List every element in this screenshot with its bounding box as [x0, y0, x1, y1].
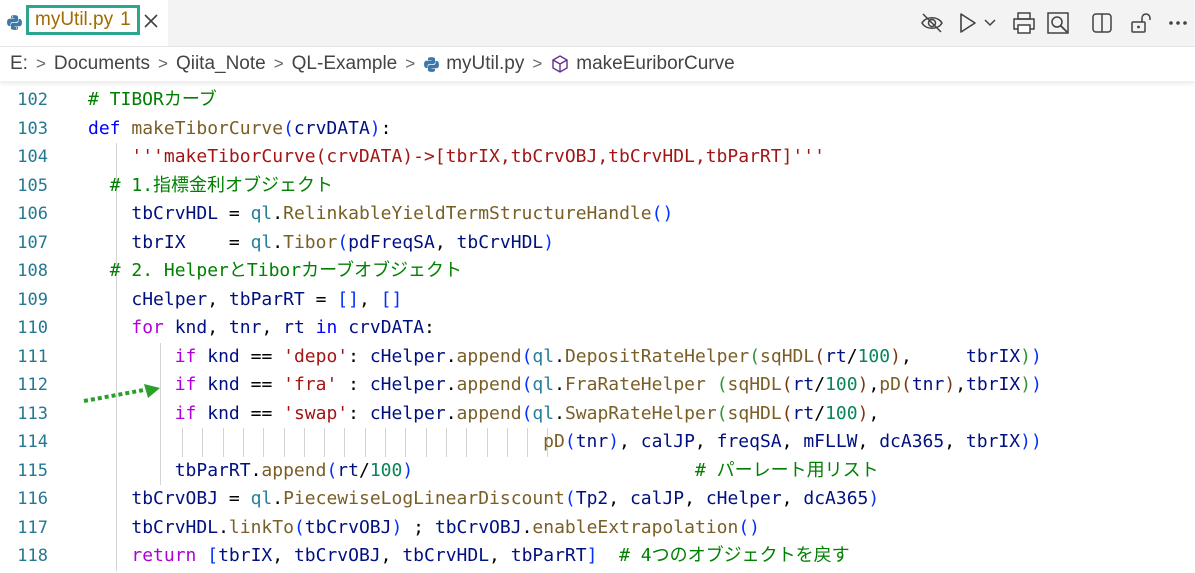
tab-myutil-py[interactable]: myUtil.py 1 — [0, 0, 168, 46]
chevron-right-icon: > — [273, 54, 284, 73]
code-line[interactable]: 106 tbCrvHDL = ql.RelinkableYieldTermStr… — [0, 200, 1195, 229]
code-text: tbCrvOBJ = ql.PiecewiseLogLinearDiscount… — [131, 488, 880, 509]
breadcrumb-documents[interactable]: Documents — [54, 53, 150, 75]
code-text: if knd == 'swap': cHelper.append(ql.Swap… — [174, 402, 880, 424]
code-text: tbParRT.append(rt/100) # パーレート用リスト — [174, 459, 879, 481]
breadcrumb: E: > Documents > Qiita_Note > QL-Example… — [0, 47, 1195, 81]
code-text: if knd == 'depo': cHelper.append(ql.Depo… — [174, 345, 1042, 367]
line-number: 117 — [17, 517, 48, 538]
code-line[interactable]: 105 # 1.指標金利オブジェクト — [0, 171, 1195, 200]
code-line[interactable]: 112 if knd == 'fra' : cHelper.append(ql.… — [0, 371, 1195, 400]
code-text: return [tbrIX, tbCrvOBJ, tbCrvHDL, tbPar… — [131, 545, 850, 566]
chevron-right-icon: > — [532, 54, 543, 73]
close-icon[interactable] — [141, 11, 161, 31]
annotation-arrow — [83, 384, 160, 403]
chevron-down-icon[interactable] — [982, 10, 998, 36]
code-text: if knd == 'fra' : cHelper.append(ql.FraR… — [174, 374, 1042, 395]
tab-title-highlight[interactable]: myUtil.py 1 — [26, 5, 140, 35]
line-number: 112 — [17, 375, 48, 395]
code-line[interactable]: 104 '''makeTiborCurve(crvDATA)->[tbrIX,t… — [0, 143, 1195, 172]
breadcrumb-ql-example[interactable]: QL-Example — [292, 53, 398, 75]
more-icon[interactable] — [1165, 10, 1191, 36]
breadcrumb-drive[interactable]: E: — [10, 53, 28, 75]
line-number: 118 — [17, 546, 48, 566]
line-number: 113 — [17, 403, 48, 424]
print-icon[interactable] — [1011, 10, 1037, 36]
code-line[interactable]: 113 if knd == 'swap': cHelper.append(ql.… — [0, 399, 1195, 428]
line-number: 103 — [17, 118, 48, 139]
code-line[interactable]: 108 # 2. HelperとTiborカーブオブジェクト — [0, 257, 1195, 286]
breadcrumb-symbol[interactable]: makeEuriborCurve — [576, 53, 734, 75]
python-file-icon — [7, 15, 22, 30]
breadcrumb-file[interactable]: myUtil.py — [446, 53, 524, 75]
code-line[interactable]: 117 tbCrvHDL.linkTo(tbCrvOBJ) ; tbCrvOBJ… — [0, 513, 1195, 542]
code-line[interactable]: 118 return [tbrIX, tbCrvOBJ, tbCrvHDL, t… — [0, 542, 1195, 571]
code-text: def makeTiborCurve(crvDATA): — [88, 117, 392, 139]
line-number: 105 — [17, 175, 48, 196]
line-number: 108 — [17, 261, 48, 281]
code-text: for knd, tnr, rt in crvDATA: — [131, 317, 435, 338]
eye-off-icon[interactable] — [919, 10, 945, 36]
editor-tab-bar: myUtil.py 1 — [0, 0, 1195, 47]
line-number: 110 — [17, 318, 48, 338]
code-line[interactable]: 111 if knd == 'depo': cHelper.append(ql.… — [0, 342, 1195, 371]
code-text: tbrIX = ql.Tibor(pdFreqSA, tbCrvHDL) — [131, 231, 555, 253]
tab-problem-count: 1 — [120, 9, 131, 30]
code-text: pD(tnr), calJP, freqSA, mFLLW, dcA365, t… — [543, 431, 1042, 452]
code-text: tbCrvHDL = ql.RelinkableYieldTermStructu… — [131, 203, 674, 224]
code-editor[interactable]: 102 # TIBORカーブ 103 def makeTiborCurve(crvDA… — [0, 86, 1195, 573]
line-number: 116 — [17, 489, 48, 509]
chevron-right-icon: > — [35, 54, 46, 73]
code-line[interactable]: 103 def makeTiborCurve(crvDATA): — [0, 115, 1195, 144]
code-text: # 2. HelperとTiborカーブオブジェクト — [109, 260, 462, 281]
line-number: 102 — [17, 90, 48, 110]
line-number: 106 — [17, 204, 48, 224]
line-number: 111 — [17, 346, 48, 367]
code-line[interactable]: 110 for knd, tnr, rt in crvDATA: — [0, 314, 1195, 343]
code-text: '''makeTiborCurve(crvDATA)->[tbrIX,tbCrv… — [131, 146, 825, 167]
line-number: 109 — [17, 289, 48, 310]
chevron-right-icon: > — [158, 54, 168, 73]
code-line[interactable]: 116 tbCrvOBJ = ql.PiecewiseLogLinearDisc… — [0, 485, 1195, 514]
code-line[interactable]: 102 # TIBORカーブ — [0, 86, 1195, 115]
search-preview-icon[interactable] — [1045, 10, 1071, 36]
code-text: # 1.指標金利オブジェクト — [109, 174, 334, 196]
breadcrumb-qiita-note[interactable]: Qiita_Note — [176, 53, 266, 75]
line-number: 107 — [17, 232, 48, 253]
run-icon[interactable] — [954, 10, 980, 36]
split-editor-icon[interactable] — [1089, 10, 1115, 36]
code-text: # TIBORカーブ — [88, 89, 217, 110]
chevron-right-icon: > — [405, 54, 416, 73]
code-line[interactable]: 115 tbParRT.append(rt/100) # パーレート用リスト — [0, 456, 1195, 485]
line-number: 104 — [17, 147, 48, 167]
code-text: tbCrvHDL.linkTo(tbCrvOBJ) ; tbCrvOBJ.ena… — [131, 516, 760, 538]
line-number: 115 — [17, 460, 48, 481]
code-line[interactable]: 109 cHelper, tbParRT = [], [] — [0, 285, 1195, 314]
method-cube-icon — [552, 55, 568, 73]
unlock-icon[interactable] — [1128, 10, 1154, 36]
line-number: 114 — [17, 432, 48, 452]
code-line[interactable]: 107 tbrIX = ql.Tibor(pdFreqSA, tbCrvHDL) — [0, 228, 1195, 257]
tab-title: myUtil.py — [35, 9, 114, 30]
python-file-icon — [424, 56, 440, 72]
code-line[interactable]: 114 pD(tnr), calJP, freqSA, mFLLW, dcA36… — [0, 428, 1195, 457]
code-text: cHelper, tbParRT = [], [] — [131, 288, 403, 310]
